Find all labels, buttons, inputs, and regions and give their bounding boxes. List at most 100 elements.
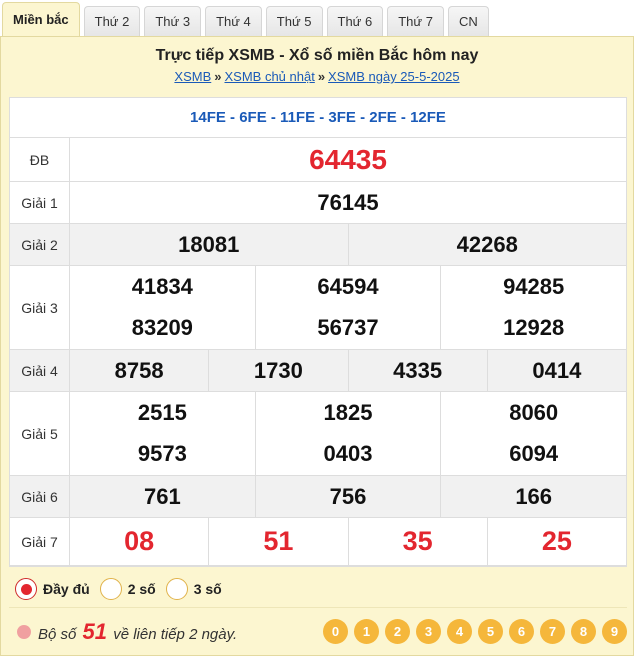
option-2-digits-label: 2 số xyxy=(127,581,156,597)
breadcrumb-xsmb-date[interactable]: XSMB ngày 25-5-2025 xyxy=(328,69,460,84)
results-panel: Trực tiếp XSMB - Xổ số miền Bắc hôm nay … xyxy=(0,36,634,656)
digit-button-7[interactable]: 7 xyxy=(540,619,565,644)
prize-label: Giải 7 xyxy=(10,518,70,565)
ticket-codes: 14FE - 6FE - 11FE - 3FE - 2FE - 12FE xyxy=(10,98,626,138)
streak-number: 51 xyxy=(82,618,108,644)
prize-row-giai-7: Giải 7 08 51 35 25 xyxy=(10,518,626,566)
prize-line: 8758 1730 4335 0414 xyxy=(70,350,626,391)
digit-button-5[interactable]: 5 xyxy=(478,619,503,644)
prize-line: 08 51 35 25 xyxy=(70,518,626,565)
prize-line: 64435 xyxy=(70,138,626,181)
prize-number: 4335 xyxy=(349,350,488,391)
prize-number: 761 xyxy=(70,476,256,517)
digit-button-8[interactable]: 8 xyxy=(571,619,596,644)
prize-number: 756 xyxy=(256,476,442,517)
tab-thu-2[interactable]: Thứ 2 xyxy=(83,6,141,36)
prize-label: Giải 5 xyxy=(10,392,70,475)
prize-number: 76145 xyxy=(317,189,379,215)
prize-line: 2515 1825 8060 xyxy=(70,392,626,434)
prize-label: Giải 3 xyxy=(10,266,70,349)
prize-values: 41834 64594 94285 83209 56737 12928 xyxy=(70,266,626,349)
region-tabs: Miền bắc Thứ 2 Thứ 3 Thứ 4 Thứ 5 Thứ 6 T… xyxy=(0,0,634,36)
prize-number: 51 xyxy=(209,518,349,565)
prize-values: 18081 42268 xyxy=(70,224,626,265)
prize-number: 166 xyxy=(515,483,553,509)
prize-number: 56737 xyxy=(256,307,442,349)
prize-number: 9573 xyxy=(70,433,256,475)
digit-button-2[interactable]: 2 xyxy=(385,619,410,644)
prize-line: 761 756 166 xyxy=(70,476,626,517)
digit-button-3[interactable]: 3 xyxy=(416,619,441,644)
tab-thu-7[interactable]: Thứ 7 xyxy=(387,6,444,36)
prize-number: 83209 xyxy=(70,307,256,349)
option-full-label: Đầy đủ xyxy=(43,581,90,597)
prize-number: 64594 xyxy=(256,266,442,308)
prize-line: 18081 42268 xyxy=(70,224,626,265)
display-options: Đầy đủ 2 số 3 số xyxy=(9,571,627,607)
prize-number: 8060 xyxy=(509,399,559,425)
breadcrumb: XSMB» XSMB chủ nhật» XSMB ngày 25-5-2025 xyxy=(1,69,633,84)
prize-label: ĐB xyxy=(10,138,70,181)
prize-line: 76145 xyxy=(70,182,626,223)
prize-values: 64435 xyxy=(70,138,626,181)
prize-row-giai-3: Giải 3 41834 64594 94285 83209 56737 12928 xyxy=(10,266,626,350)
breadcrumb-separator: » xyxy=(317,69,326,84)
streak-prefix: Bộ số xyxy=(38,625,77,643)
tab-mien-bac[interactable]: Miền bắc xyxy=(2,2,80,36)
prize-number: 41834 xyxy=(70,266,256,308)
digit-button-0[interactable]: 0 xyxy=(323,619,348,644)
tab-thu-5[interactable]: Thứ 5 xyxy=(265,6,323,36)
prize-row-db: ĐB 64435 xyxy=(10,138,626,182)
option-3-digits-label: 3 số xyxy=(193,581,222,597)
digit-filter: 0123456789 xyxy=(317,619,627,644)
prize-values: 8758 1730 4335 0414 xyxy=(70,350,626,391)
page-title: Trực tiếp XSMB - Xổ số miền Bắc hôm nay xyxy=(155,47,479,64)
prize-number: 94285 xyxy=(503,273,565,299)
breadcrumb-separator: » xyxy=(214,69,222,84)
prize-number: 0414 xyxy=(532,357,582,383)
prize-values: 761 756 166 xyxy=(70,476,626,517)
prize-label: Giải 2 xyxy=(10,224,70,265)
prize-number: 08 xyxy=(70,518,210,565)
prize-number: 12928 xyxy=(503,315,565,341)
breadcrumb-xsmb-chu-nhat[interactable]: XSMB chủ nhật xyxy=(224,69,314,84)
radio-3-digits[interactable] xyxy=(165,578,188,600)
prize-number: 1730 xyxy=(209,350,349,391)
prize-number: 25 xyxy=(541,526,572,556)
prize-number: 8758 xyxy=(70,350,210,391)
streak-note: Bộ số 51 về liên tiếp 2 ngày. xyxy=(38,619,237,645)
prize-line: 41834 64594 94285 xyxy=(70,266,626,308)
option-3-digits[interactable]: 3 số xyxy=(165,578,222,600)
radio-full[interactable] xyxy=(15,578,37,600)
prize-row-giai-2: Giải 2 18081 42268 xyxy=(10,224,626,266)
tab-thu-6[interactable]: Thứ 6 xyxy=(326,6,384,36)
prize-number: 0403 xyxy=(256,433,442,475)
streak-suffix: về liên tiếp 2 ngày. xyxy=(113,625,238,643)
prize-line: 9573 0403 6094 xyxy=(70,433,626,475)
prize-label: Giải 1 xyxy=(10,182,70,223)
prize-number: 2515 xyxy=(70,392,256,434)
tab-thu-3[interactable]: Thứ 3 xyxy=(144,6,202,36)
prize-row-giai-4: Giải 4 8758 1730 4335 0414 xyxy=(10,350,626,392)
digit-button-9[interactable]: 9 xyxy=(602,619,627,644)
option-2-digits[interactable]: 2 số xyxy=(99,578,156,600)
prize-values: 76145 xyxy=(70,182,626,223)
digit-button-4[interactable]: 4 xyxy=(447,619,472,644)
prize-values: 2515 1825 8060 9573 0403 6094 xyxy=(70,392,626,475)
digit-button-6[interactable]: 6 xyxy=(509,619,534,644)
tab-thu-4[interactable]: Thứ 4 xyxy=(205,6,262,36)
prize-label: Giải 4 xyxy=(10,350,70,391)
prize-number: 35 xyxy=(349,518,488,565)
results-table: 14FE - 6FE - 11FE - 3FE - 2FE - 12FE ĐB 6… xyxy=(9,97,627,567)
results-header: Trực tiếp XSMB - Xổ số miền Bắc hôm nay … xyxy=(1,37,633,91)
bullet-dot-icon xyxy=(17,624,31,639)
prize-number: 64435 xyxy=(309,143,387,175)
tab-cn[interactable]: CN xyxy=(447,6,489,36)
radio-2-digits[interactable] xyxy=(99,578,122,600)
prize-row-giai-1: Giải 1 76145 xyxy=(10,182,626,224)
option-full[interactable]: Đầy đủ xyxy=(15,578,90,600)
prize-line: 83209 56737 12928 xyxy=(70,307,626,349)
digit-button-1[interactable]: 1 xyxy=(354,619,379,644)
breadcrumb-xsmb[interactable]: XSMB xyxy=(174,69,211,84)
prize-number: 42268 xyxy=(456,231,518,257)
